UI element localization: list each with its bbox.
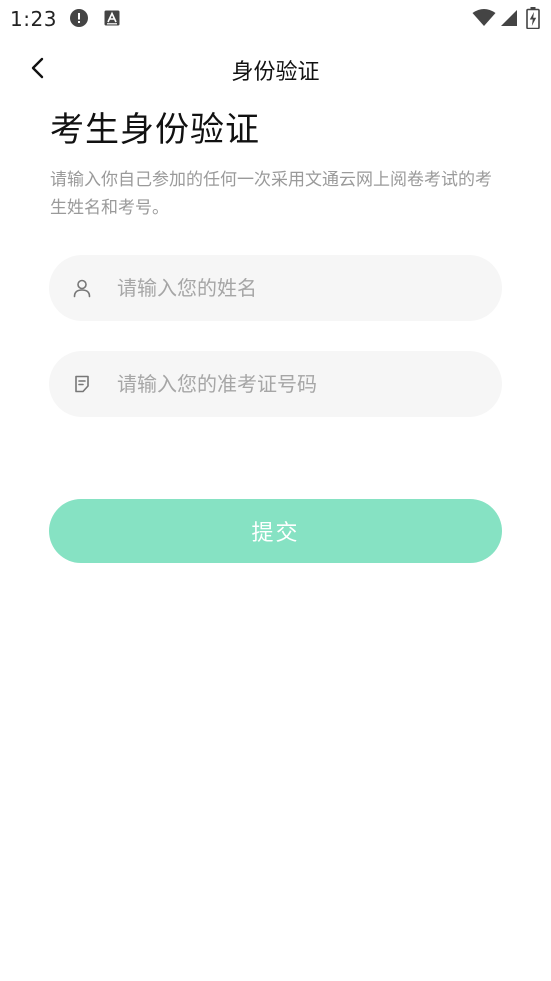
nav-bar: 身份验证 [0,42,551,94]
id-number-field[interactable] [49,351,502,417]
submit-button[interactable]: 提交 [49,499,502,563]
page-heading: 考生身份验证 [50,110,260,150]
a-badge-icon [104,10,120,26]
id-card-icon [75,375,89,393]
user-icon [73,279,91,298]
id-number-input[interactable] [117,351,477,417]
status-time: 1:23 [10,7,57,31]
name-field[interactable] [49,255,502,321]
battery-charging-icon [526,7,540,29]
wifi-icon [472,9,496,26]
signal-icon [501,10,517,26]
screen: 1:23 身份验证 考生身份验证 请输入你自己参加的任何一次采用文通云网上阅卷考… [0,0,551,981]
page-description: 请输入你自己参加的任何一次采用文通云网上阅卷考试的考生姓名和考号。 [50,170,492,218]
alert-icon [70,9,88,27]
name-input[interactable] [117,255,477,321]
nav-title: 身份验证 [231,60,320,85]
status-bar: 1:23 [0,0,551,36]
